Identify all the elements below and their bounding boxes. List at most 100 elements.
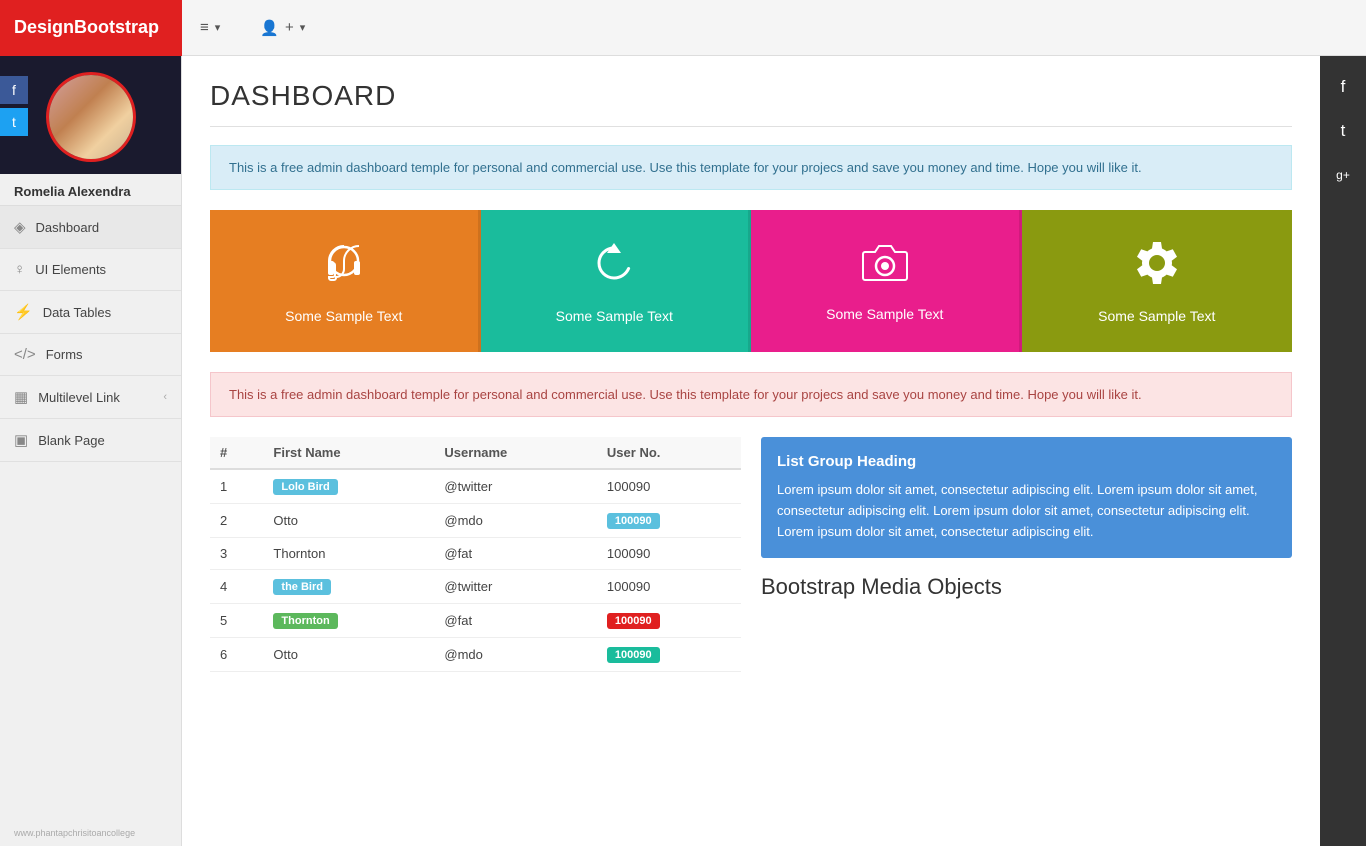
userno-badge: 100090 <box>607 647 660 663</box>
multilevel-icon: ▦ <box>14 388 28 406</box>
cell-userno: 100090 <box>597 469 741 504</box>
blank-page-icon: ▣ <box>14 431 28 449</box>
list-group-heading: List Group Heading <box>777 453 1276 470</box>
sidebar-item-label: Multilevel Link <box>38 390 120 405</box>
camera-icon <box>859 240 911 296</box>
stat-card-4-label: Some Sample Text <box>1098 308 1215 324</box>
title-divider <box>210 126 1292 127</box>
cell-name: Lolo Bird <box>263 469 434 504</box>
stat-card-3-label: Some Sample Text <box>826 306 943 322</box>
avatar-image <box>49 75 133 159</box>
cell-num: 4 <box>210 570 263 604</box>
cell-username: @fat <box>434 604 597 638</box>
table-row: 6Otto@mdo 100090 <box>210 638 741 672</box>
ui-elements-icon: ♀ <box>14 261 25 278</box>
chevron-icon: ‹ <box>163 391 167 403</box>
cell-userno: 100090 <box>597 604 741 638</box>
sidebar-item-multilevel-link[interactable]: ▦ Multilevel Link ‹ <box>0 376 181 419</box>
sidebar-item-blank-page[interactable]: ▣ Blank Page <box>0 419 181 462</box>
table-row: 1Lolo Bird@twitter100090 <box>210 469 741 504</box>
table-section: # First Name Username User No. 1Lolo Bir… <box>210 437 741 672</box>
table-header-row: # First Name Username User No. <box>210 437 741 469</box>
info-box-pink: This is a free admin dashboard temple fo… <box>210 372 1292 417</box>
list-group-body: Lorem ipsum dolor sit amet, consectetur … <box>777 480 1276 542</box>
cell-username: @mdo <box>434 504 597 538</box>
twitter-icon[interactable]: t <box>0 108 28 136</box>
cell-name: Thornton <box>263 538 434 570</box>
table-row: 3Thornton@fat100090 <box>210 538 741 570</box>
sidebar-item-ui-elements[interactable]: ♀ UI Elements <box>0 249 181 291</box>
brand-name: DesignBootstrap <box>14 17 159 38</box>
sidebar-item-label: Data Tables <box>43 305 111 320</box>
cell-userno: 100090 <box>597 638 741 672</box>
sidebar-item-label: Forms <box>46 347 83 362</box>
sidebar-profile: f t <box>0 56 181 174</box>
col-num: # <box>210 437 263 469</box>
sidebar-item-data-tables[interactable]: ⚡ Data Tables <box>0 291 181 334</box>
name-badge: Thornton <box>273 613 337 629</box>
sidebar-footer: www.phantapchrisitoancollege <box>0 820 181 846</box>
stat-card-1-label: Some Sample Text <box>285 308 402 324</box>
sidebar-item-label: Blank Page <box>38 433 105 448</box>
menu-toggle-button[interactable]: ≡ ▾ <box>182 0 238 56</box>
cell-num: 2 <box>210 504 263 538</box>
sidebar-item-dashboard[interactable]: ◈ Dashboard <box>0 206 181 249</box>
sidebar: f t Romelia Alexendra ◈ Dashboard ♀ UI E… <box>0 56 182 846</box>
sidebar-username: Romelia Alexendra <box>0 174 181 205</box>
cell-username: @fat <box>434 538 597 570</box>
facebook-icon[interactable]: f <box>0 76 28 104</box>
userno-badge: 100090 <box>607 613 660 629</box>
page-title: DASHBOARD <box>210 80 1292 112</box>
layout: f t Romelia Alexendra ◈ Dashboard ♀ UI E… <box>0 56 1366 846</box>
cell-username: @twitter <box>434 570 597 604</box>
table-row: 2Otto@mdo 100090 <box>210 504 741 538</box>
table-row: 5 Thornton @fat 100090 <box>210 604 741 638</box>
refresh-icon <box>589 238 639 298</box>
sidebar-item-forms[interactable]: </> Forms <box>0 334 181 376</box>
bottom-section: # First Name Username User No. 1Lolo Bir… <box>210 437 1292 672</box>
table-row: 4 the Bird @twitter100090 <box>210 570 741 604</box>
googleplus-side-icon[interactable]: g+ <box>1320 154 1366 196</box>
twitter-side-icon[interactable]: t <box>1320 110 1366 152</box>
top-navbar: DesignBootstrap ≡ ▾ 👤 + ▾ <box>0 0 1366 56</box>
cell-name: the Bird <box>263 570 434 604</box>
gear-icon <box>1132 238 1182 298</box>
col-username: Username <box>434 437 597 469</box>
social-icons: f t <box>0 76 28 136</box>
media-objects-title: Bootstrap Media Objects <box>761 574 1292 600</box>
stat-card-2-label: Some Sample Text <box>556 308 673 324</box>
headphone-icon <box>319 238 369 298</box>
info-box-blue: This is a free admin dashboard temple fo… <box>210 145 1292 190</box>
user-menu-button[interactable]: 👤 + ▾ <box>242 0 323 56</box>
stat-cards: Some Sample Text Some Sample Text <box>210 210 1292 352</box>
cell-username: @twitter <box>434 469 597 504</box>
sidebar-item-label: Dashboard <box>36 220 100 235</box>
userno-badge: 100090 <box>607 513 660 529</box>
cell-name: Thornton <box>263 604 434 638</box>
cell-num: 6 <box>210 638 263 672</box>
cell-userno: 100090 <box>597 570 741 604</box>
name-badge: the Bird <box>273 579 331 595</box>
stat-card-3[interactable]: Some Sample Text <box>751 210 1022 352</box>
brand-logo: DesignBootstrap <box>0 0 182 56</box>
main-content: DASHBOARD This is a free admin dashboard… <box>182 56 1320 846</box>
stat-card-2[interactable]: Some Sample Text <box>481 210 752 352</box>
avatar <box>46 72 136 162</box>
right-section: List Group Heading Lorem ipsum dolor sit… <box>761 437 1292 672</box>
right-panel: f t g+ <box>1320 56 1366 846</box>
data-table: # First Name Username User No. 1Lolo Bir… <box>210 437 741 672</box>
stat-card-4[interactable]: Some Sample Text <box>1022 210 1293 352</box>
data-tables-icon: ⚡ <box>14 303 33 321</box>
cell-num: 3 <box>210 538 263 570</box>
stat-card-1[interactable]: Some Sample Text <box>210 210 481 352</box>
cell-username: @mdo <box>434 638 597 672</box>
dashboard-icon: ◈ <box>14 218 26 236</box>
sidebar-item-label: UI Elements <box>35 262 106 277</box>
facebook-side-icon[interactable]: f <box>1320 66 1366 108</box>
cell-name: Otto <box>263 504 434 538</box>
col-first-name: First Name <box>263 437 434 469</box>
cell-name: Otto <box>263 638 434 672</box>
forms-icon: </> <box>14 346 36 363</box>
cell-num: 5 <box>210 604 263 638</box>
list-group-box: List Group Heading Lorem ipsum dolor sit… <box>761 437 1292 558</box>
